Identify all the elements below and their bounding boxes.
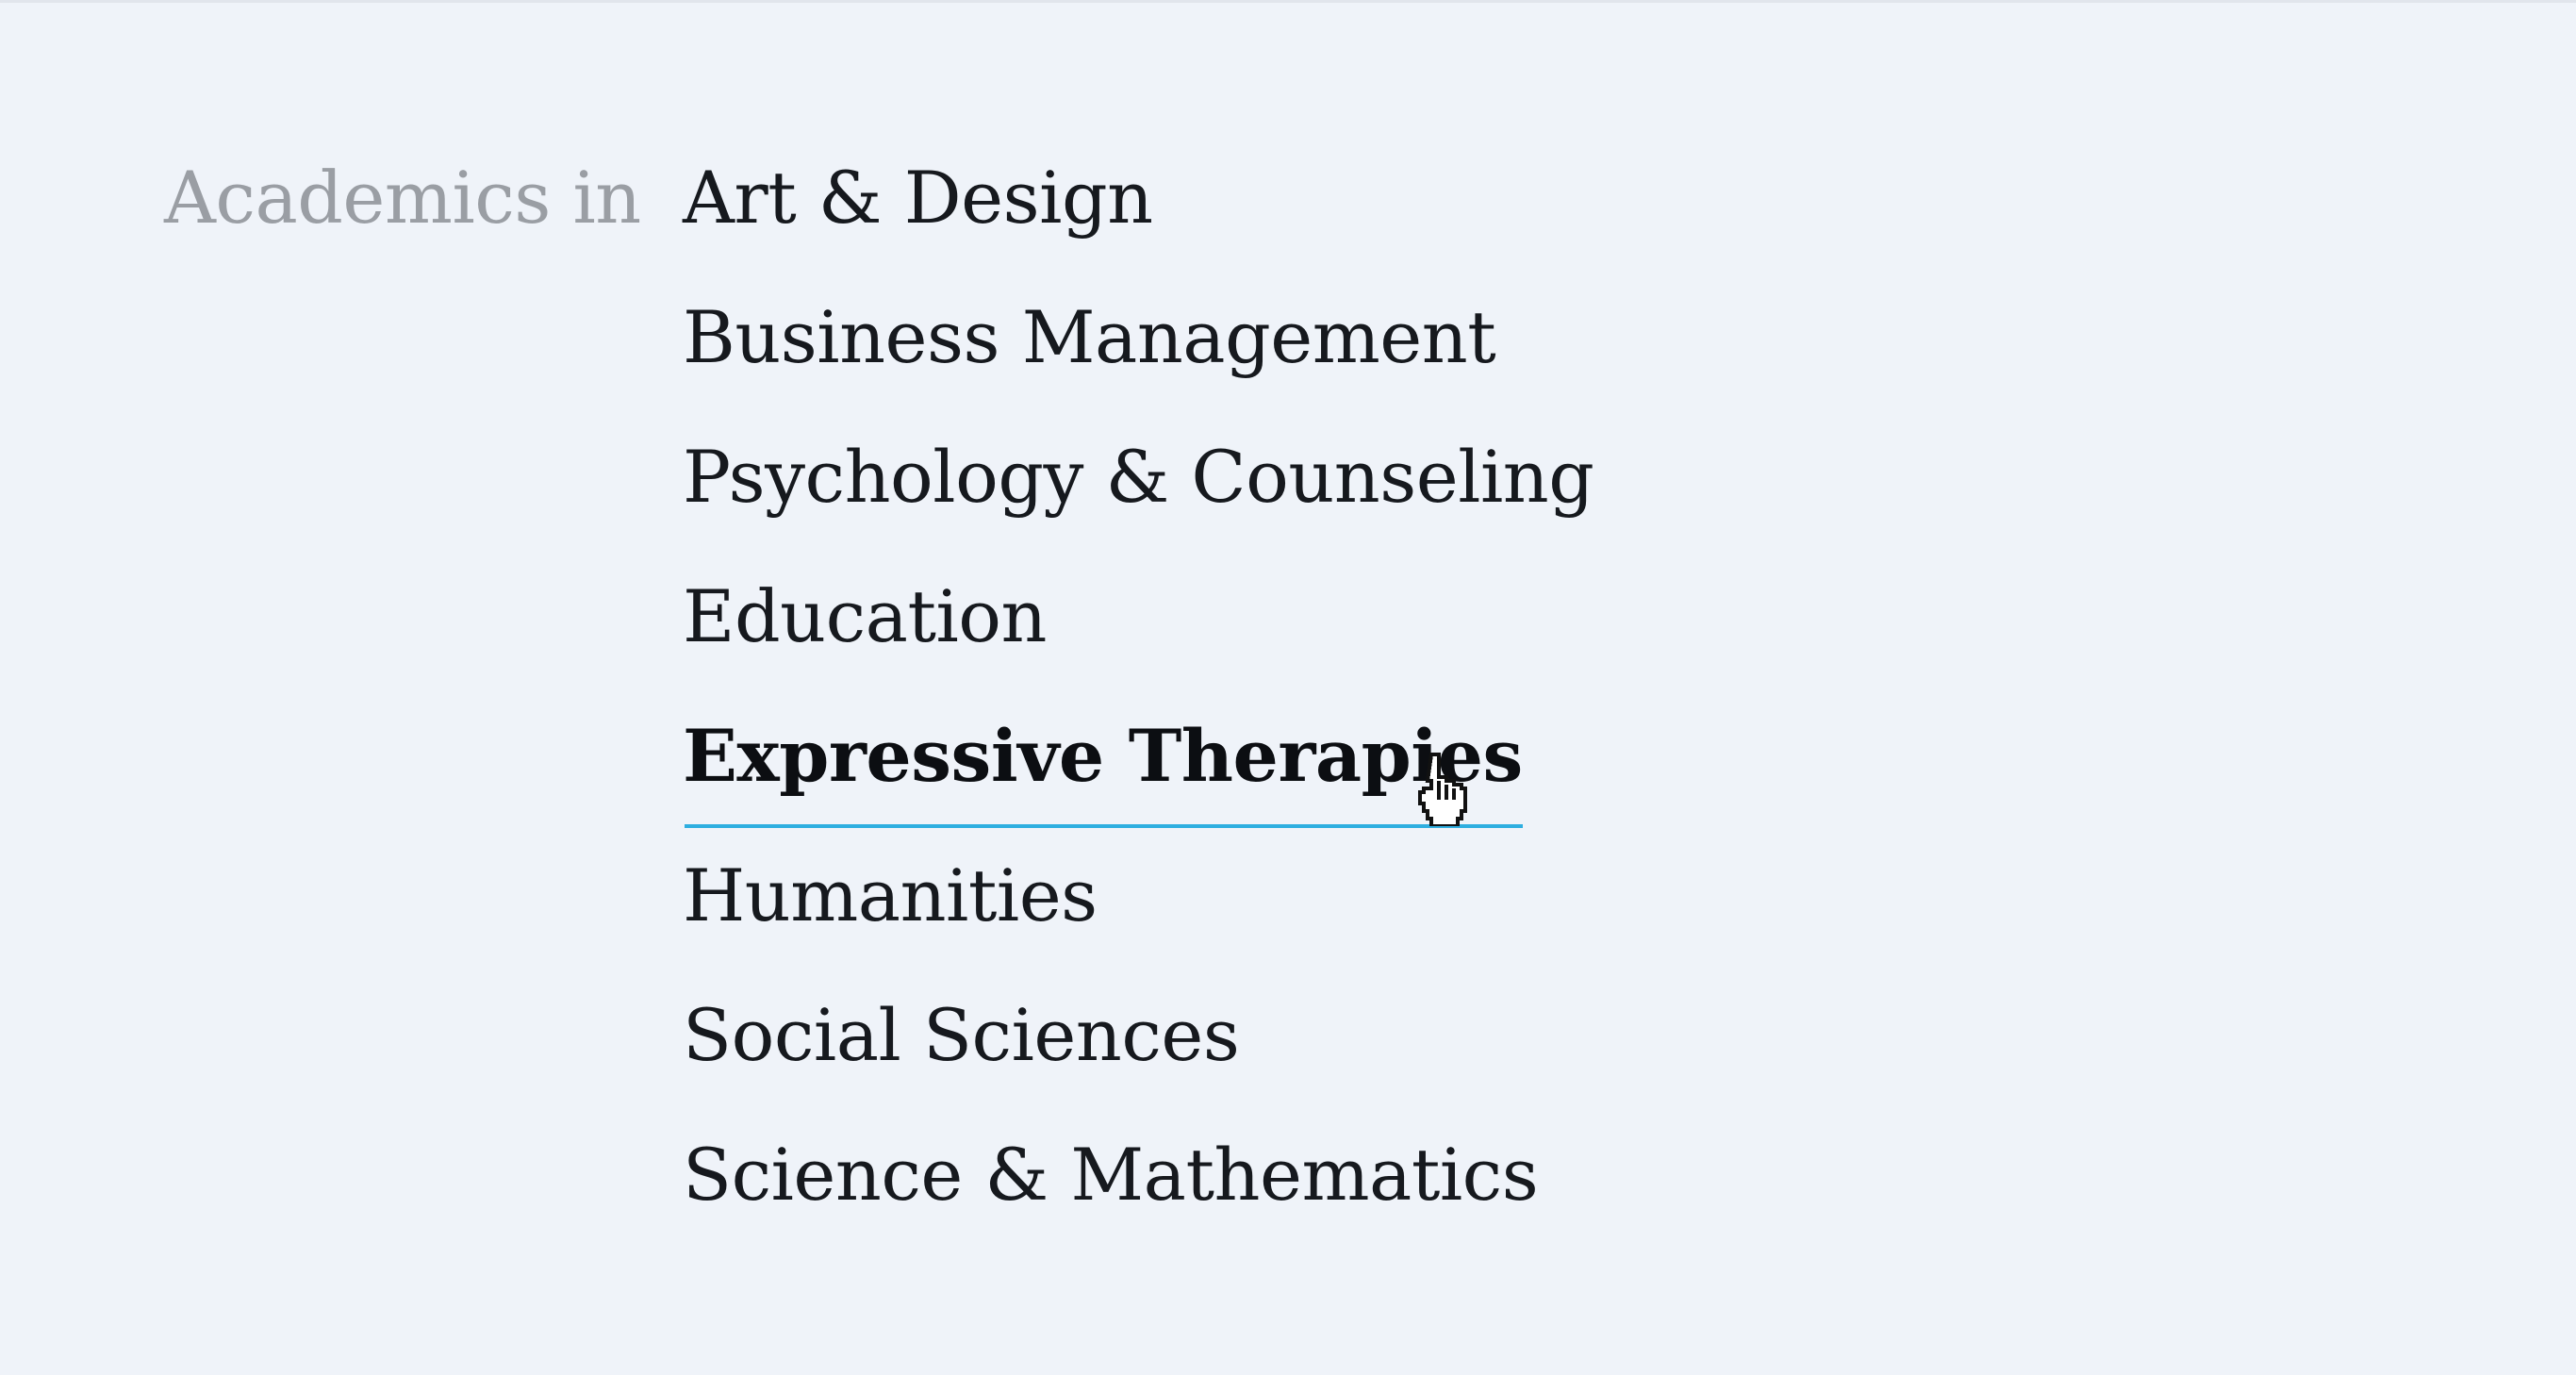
subject-link-business-management[interactable]: Business Management (683, 279, 1496, 396)
subject-link-humanities[interactable]: Humanities (683, 837, 1098, 954)
subject-link-expressive-therapies[interactable]: Expressive Therapies (683, 698, 1523, 828)
subject-link-psychology-counseling[interactable]: Psychology & Counseling (683, 419, 1594, 536)
hand-pointer-icon (1418, 753, 1467, 826)
subject-item-education: Education (683, 558, 1593, 698)
subject-item-business-management: Business Management (683, 279, 1593, 419)
subject-item-social-sciences: Social Sciences (683, 977, 1593, 1117)
subject-item-psychology-counseling: Psychology & Counseling (683, 419, 1594, 558)
academics-menu: Academics in Art & Design Business Manag… (164, 140, 2427, 1271)
subject-list: Art & Design Business Management Psychol… (683, 140, 1594, 1256)
subject-link-social-sciences[interactable]: Social Sciences (683, 977, 1240, 1094)
subject-item-science-mathematics: Science & Mathematics (683, 1117, 1593, 1256)
subject-link-science-mathematics[interactable]: Science & Mathematics (683, 1117, 1539, 1234)
subject-item-humanities: Humanities (683, 837, 1593, 977)
academics-intro-label: Academics in (164, 156, 641, 240)
subject-link-art-design[interactable]: Art & Design (683, 140, 1153, 257)
subject-item-art-design: Art & Design (683, 140, 1593, 279)
subject-link-education[interactable]: Education (683, 558, 1048, 675)
top-divider (0, 0, 2576, 3)
